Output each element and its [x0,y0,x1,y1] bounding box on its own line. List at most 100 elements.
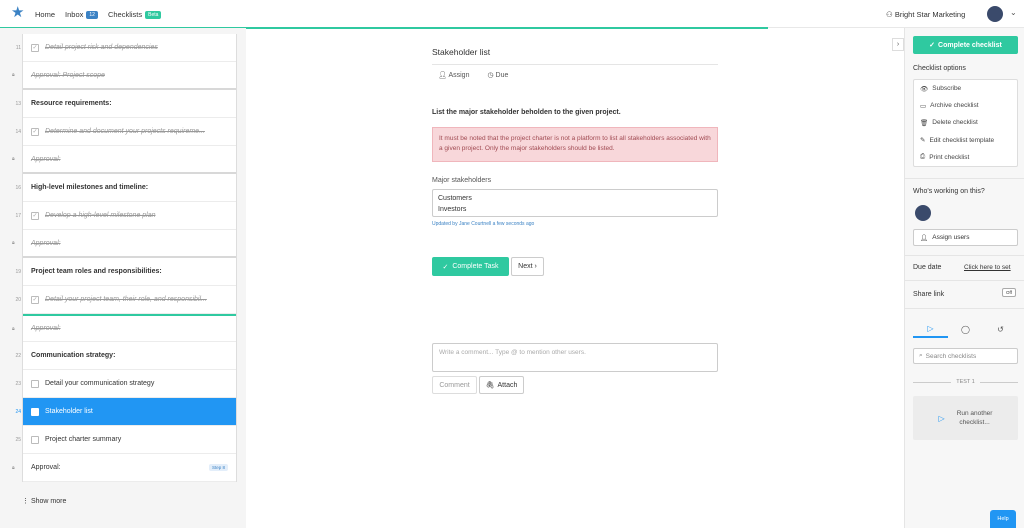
working-title: Who's working on this? [913,188,985,195]
task-checkbox[interactable]: ✓ [31,211,39,220]
assign-users-button[interactable]: 👤︎ Assign users [913,229,1018,246]
paperclip-icon: 🖇︎ [485,382,495,389]
nav-checklists-label: Checklists [107,10,143,19]
task-row[interactable]: 25 Project charter summary [15,426,236,454]
share-link-toggle[interactable]: Off [1002,288,1016,297]
printer-icon: ⎙ [920,153,926,161]
search-checklists-input[interactable]: ⌕ Search checklists [913,348,1018,364]
task-row[interactable]: 23 Detail your communication strategy [15,370,236,398]
task-number: 16 [15,184,21,191]
right-panel: ✓ Complete checklist Checklist options 👁… [904,28,1024,528]
delete-option[interactable]: 🗑︎ Delete checklist [914,114,1017,131]
help-button[interactable]: Help [990,510,1016,528]
print-label: Print checklist [929,153,970,161]
nav-checklists[interactable]: Checklists Beta [107,10,162,19]
search-icon: ⌕ [919,352,923,359]
updated-note: Updated by Jane Courtnell a few seconds … [432,221,535,227]
task-checkbox[interactable] [31,407,39,416]
lock-icon: 🔒︎ [12,72,15,78]
field-line-2: Investors [438,205,467,213]
complete-task-label: Complete Task [452,263,499,270]
archive-option[interactable]: ▭ Archive checklist [914,97,1017,114]
task-label: Determine and document your projects req… [45,128,205,135]
chevron-down-icon[interactable]: ⌄ [1010,8,1017,17]
task-row[interactable]: 22 Communication strategy: [15,342,236,370]
task-row[interactable]: 17 ✓ Develop a high-level milestone plan [15,202,236,230]
task-label: Develop a high-level milestone plan [45,212,156,219]
task-checkbox[interactable] [31,379,39,388]
task-number: 23 [15,380,21,387]
task-checkbox[interactable]: ✓ [31,43,39,52]
task-row[interactable]: 🔒︎ Approval: [12,230,236,258]
assign-users-label: Assign users [932,234,970,241]
star-logo-icon[interactable]: ★ [11,5,25,20]
task-number: 24 [15,408,21,415]
task-row[interactable]: 13 Resource requirements: [15,90,236,118]
run-another-checklist[interactable]: ▷ Run another checklist... [913,396,1018,440]
task-label: Detail your project team, their role, an… [45,296,207,303]
beta-badge: Beta [145,10,162,19]
lock-icon: 🔒︎ [12,325,15,332]
due-button[interactable]: ◷ Due [487,71,508,79]
task-meta: 👤︎ Assign ◷ Due [438,71,508,79]
task-description: List the major stakeholder beholden to t… [432,109,621,116]
task-row[interactable]: 🔒︎ Approval: [12,314,236,342]
nav-home[interactable]: Home [35,10,55,19]
task-row[interactable]: 20 ✓ Detail your project team, their role,… [15,286,236,314]
task-number: 11 [15,44,21,51]
task-label: Detail project risk and dependencies [45,44,158,51]
check-icon: ✓ [442,263,449,271]
task-label: Detail your communication strategy [45,380,155,387]
due-label: Due [495,72,509,79]
comment-button[interactable]: Comment [432,376,477,394]
task-row[interactable]: 14 ✓ Determine and document your projects … [15,118,236,146]
task-label: Communication strategy: [31,352,116,359]
inbox-count-badge: 12 [86,10,98,19]
tab-comments-icon[interactable]: ◯ [948,320,983,338]
task-checkbox[interactable]: ✓ [31,127,39,136]
task-label: Project charter summary [45,436,122,443]
complete-task-button[interactable]: ✓ Complete Task [432,257,509,276]
clock-icon: ◷ [487,72,494,79]
tab-run-icon[interactable]: ▷ [913,320,948,338]
assign-button[interactable]: 👤︎ Assign [438,71,469,79]
subscribe-label: Subscribe [932,85,962,93]
archive-label: Archive checklist [930,102,979,110]
divider [905,255,1024,256]
complete-checklist-button[interactable]: ✓ Complete checklist [913,36,1018,54]
subscribe-option[interactable]: 👁︎ Subscribe [914,80,1017,97]
org-switcher[interactable]: ⚇ Bright Star Marketing [886,10,965,19]
task-number: 13 [15,100,21,107]
task-row[interactable]: 11 ✓ Detail project risk and dependencies [16,34,236,62]
org-name: Bright Star Marketing [894,10,966,19]
archive-icon: ▭ [920,102,927,110]
task-row[interactable]: 24 Stakeholder list [15,398,236,426]
task-row[interactable]: 🔒︎ Approval: Step 8 [12,454,236,482]
assignee-avatar[interactable] [915,205,931,221]
comment-input[interactable]: Write a comment... Type @ to mention oth… [432,343,718,372]
next-button[interactable]: Next › [511,257,544,276]
print-option[interactable]: ⎙ Print checklist [914,149,1017,166]
attach-button[interactable]: 🖇︎ Attach [479,376,524,394]
nav-inbox[interactable]: Inbox 12 [65,10,98,19]
user-avatar[interactable] [987,6,1003,22]
edit-template-option[interactable]: ✎ Edit checklist template [914,132,1017,149]
task-row[interactable]: 16 High-level milestones and timeline: [15,174,236,202]
task-checkbox[interactable] [31,435,39,444]
task-row[interactable]: 🔒︎ Approval: Project scope [12,62,236,90]
task-row[interactable]: 19 Project team roles and responsibilitie… [15,258,236,286]
task-checkbox[interactable]: ✓ [31,295,39,304]
major-stakeholders-field[interactable]: Customers Investors [432,189,718,217]
assign-label: Assign [448,72,470,79]
task-label: High-level milestones and timeline: [31,184,149,191]
set-due-date-link[interactable]: Click here to set [964,264,1011,271]
tab-history-icon[interactable]: ↺ [983,320,1018,338]
show-more-link[interactable]: ⋮ Show more [22,497,66,505]
trash-icon: 🗑︎ [920,119,929,127]
task-row[interactable]: 🔒︎ Approval: [12,146,236,174]
run-another-label: Run another checklist... [957,409,993,427]
search-placeholder: Search checklists [925,352,977,360]
task-label: Approval: [31,464,61,471]
complete-checklist-label: Complete checklist [938,41,1002,49]
collapse-panel-button[interactable]: › [892,38,904,51]
